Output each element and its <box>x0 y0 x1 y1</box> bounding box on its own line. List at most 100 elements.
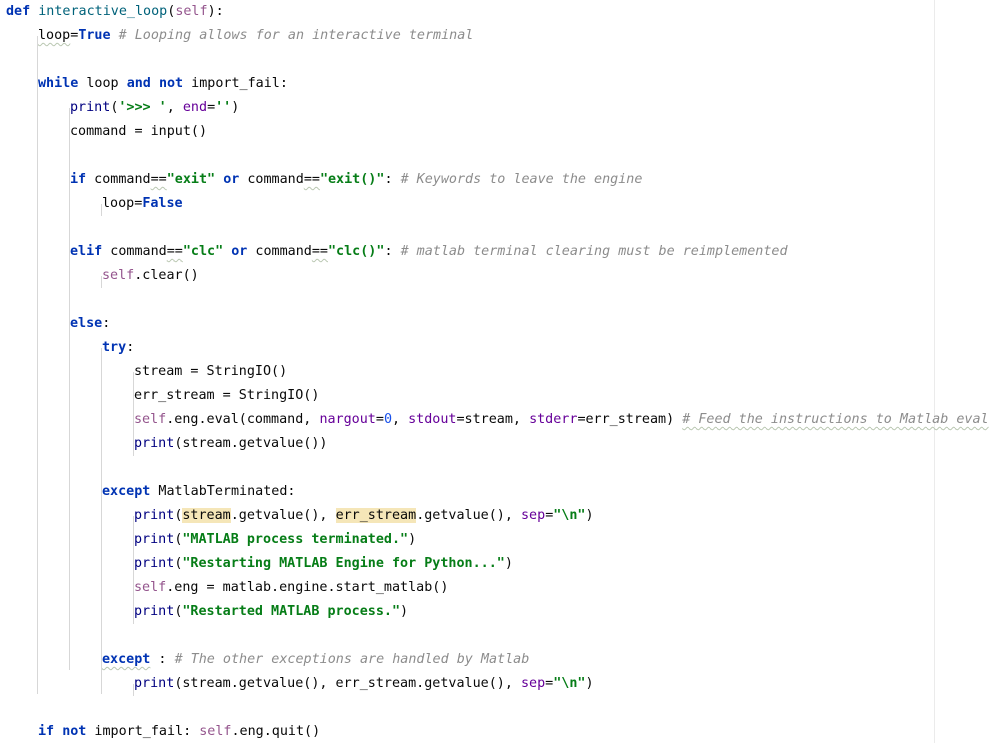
code-line-quit[interactable]: if not import_fail: self.eng.quit() <box>38 720 320 744</box>
keyword: while <box>38 76 79 91</box>
punct: ) <box>585 508 594 523</box>
code-text: (stream.getvalue()) <box>174 436 328 451</box>
code-text: loop <box>78 76 127 91</box>
number-literal: 0 <box>383 412 392 427</box>
keyword: if <box>38 724 55 739</box>
code-line-print-streams[interactable]: print(stream.getvalue(), err_stream.getv… <box>134 672 594 696</box>
keyword: True <box>78 28 111 43</box>
operator: = <box>375 412 384 427</box>
code-text: .eng = matlab.engine.start_matlab() <box>166 580 449 595</box>
keyword: or <box>231 244 248 259</box>
code-line-print-restarting[interactable]: print("Restarting MATLAB Engine for Pyth… <box>134 552 513 576</box>
operator: == <box>311 244 328 259</box>
indent-guide <box>37 36 38 694</box>
string-literal: "Restarted MATLAB process." <box>182 604 401 619</box>
string-literal: "\n" <box>553 508 586 523</box>
punct: ) <box>585 676 594 691</box>
code-text: .eng.eval(command, <box>166 412 320 427</box>
highlighted-identifier: stream <box>182 508 231 523</box>
variable: loop <box>102 196 135 211</box>
string-literal: "MATLAB process terminated." <box>182 532 409 547</box>
keyword: and <box>126 76 151 91</box>
code-line-print-both[interactable]: print(stream.getvalue(), err_stream.getv… <box>134 504 594 528</box>
code-line-print-prompt[interactable]: print('>>> ', end='') <box>70 96 239 120</box>
code-text: import_fail: <box>183 76 288 91</box>
punct: : <box>102 316 111 331</box>
code-line-else[interactable]: else: <box>70 312 110 336</box>
code-line-try[interactable]: try: <box>102 336 134 360</box>
operator: == <box>150 172 167 187</box>
code-line-while[interactable]: while loop and not import_fail: <box>38 72 288 96</box>
builtin-function: print <box>134 436 175 451</box>
self-keyword: self <box>102 268 135 283</box>
self-keyword: self <box>134 412 167 427</box>
keyword: False <box>142 196 183 211</box>
code-line-stream[interactable]: stream = StringIO() <box>134 360 287 384</box>
keyword: except <box>102 652 151 667</box>
keyword: elif <box>70 244 103 259</box>
code-line-input[interactable]: command = input() <box>70 120 207 144</box>
code-line-elif-clc[interactable]: elif command=="clc" or command=="clc()":… <box>70 240 788 264</box>
punct: : <box>384 244 401 259</box>
operator: = <box>207 100 216 115</box>
punct: , <box>166 100 183 115</box>
code-text: MatlabTerminated: <box>150 484 296 499</box>
builtin-function: print <box>134 676 175 691</box>
code-text: .clear() <box>134 268 199 283</box>
self-keyword: self <box>199 724 232 739</box>
code-text: =err_stream) <box>577 412 683 427</box>
comment: # Feed the instructions to Matlab eval <box>682 412 989 427</box>
punct: ) <box>231 100 240 115</box>
string-literal: "clc" <box>182 244 224 259</box>
string-literal: "exit()" <box>319 172 385 187</box>
code-line-print-restarted[interactable]: print("Restarted MATLAB process.") <box>134 600 408 624</box>
keyword-argument: sep <box>521 508 546 523</box>
code-line-loop-init[interactable]: loop=True # Looping allows for an intera… <box>38 24 473 48</box>
operator: == <box>166 244 183 259</box>
code-line-def[interactable]: def interactive_loop(self): <box>6 0 224 24</box>
punct: ) <box>400 604 409 619</box>
punct: : <box>126 340 135 355</box>
keyword: if <box>70 172 87 187</box>
code-line-loop-false[interactable]: loop=False <box>102 192 183 216</box>
keyword: try <box>102 340 127 355</box>
code-text: .eng.quit() <box>231 724 321 739</box>
code-line-self-clear[interactable]: self.clear() <box>102 264 199 288</box>
comment: # Keywords to leave the engine <box>400 172 643 187</box>
self-keyword: self <box>134 580 167 595</box>
keyword-argument: stderr <box>529 412 578 427</box>
code-line-start-matlab[interactable]: self.eng = matlab.engine.start_matlab() <box>134 576 448 600</box>
code-text: .getvalue(), <box>230 508 336 523</box>
punct: ) <box>408 532 417 547</box>
code-line-except-other[interactable]: except : # The other exceptions are hand… <box>102 648 529 672</box>
builtin-function: print <box>134 604 175 619</box>
builtin-function: print <box>70 100 111 115</box>
code-line-print-terminated[interactable]: print("MATLAB process terminated.") <box>134 528 416 552</box>
variable: loop <box>38 28 71 43</box>
code-line-eng-eval[interactable]: self.eng.eval(command, nargout=0, stdout… <box>134 408 989 432</box>
string-literal: "Restarting MATLAB Engine for Python..." <box>182 556 505 571</box>
keyword: def <box>6 4 31 19</box>
code-text: stream = StringIO() <box>134 364 288 379</box>
punct: , <box>392 412 409 427</box>
string-literal: '>>> ' <box>118 100 167 115</box>
code-editor[interactable]: def interactive_loop(self): loop=True # … <box>0 0 1004 743</box>
keyword-argument: end <box>182 100 208 115</box>
code-text: (stream.getvalue(), err_stream.getvalue(… <box>174 676 521 691</box>
keyword: except <box>102 484 151 499</box>
code-line-print-stream[interactable]: print(stream.getvalue()) <box>134 432 328 456</box>
code-line-err-stream[interactable]: err_stream = StringIO() <box>134 384 319 408</box>
builtin-function: print <box>134 508 175 523</box>
string-literal: "exit" <box>166 172 216 187</box>
code-text: command <box>86 172 151 187</box>
punct: ): <box>207 4 224 19</box>
keyword: not <box>62 724 87 739</box>
comment: # The other exceptions are handled by Ma… <box>174 652 530 667</box>
string-literal: "\n" <box>553 676 586 691</box>
code-line-except-terminated[interactable]: except MatlabTerminated: <box>102 480 296 504</box>
code-line-if-exit[interactable]: if command=="exit" or command=="exit()":… <box>70 168 642 192</box>
keyword: else <box>70 316 103 331</box>
punct: : <box>384 172 401 187</box>
